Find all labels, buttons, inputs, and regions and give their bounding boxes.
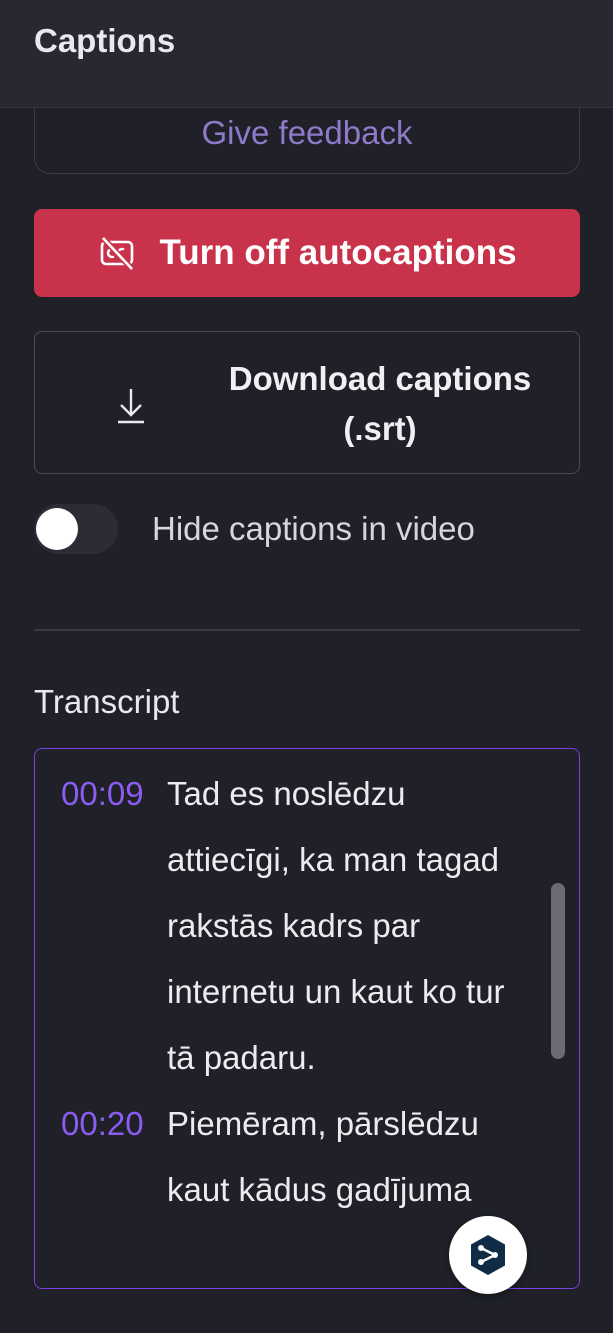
give-feedback-link[interactable]: Give feedback [35, 114, 579, 152]
download-icon [118, 389, 144, 424]
hide-captions-label: Hide captions in video [152, 510, 475, 547]
captions-panel: Captions Give feedback Turn off autocapt… [0, 0, 613, 1333]
download-label-line2: (.srt) [343, 410, 417, 447]
transcript-entry[interactable]: 00:09 Tad es noslēdzu attiecīgi, ka man … [35, 761, 527, 1091]
transcript-box[interactable]: 00:09 Tad es noslēdzu attiecīgi, ka man … [34, 748, 580, 1289]
translate-assistant-icon [471, 1235, 505, 1275]
hide-captions-toggle[interactable] [34, 504, 118, 554]
hide-captions-row: Hide captions in video [34, 500, 594, 558]
panel-title: Captions [34, 22, 176, 59]
toggle-knob [36, 508, 78, 550]
transcript-timestamp[interactable]: 00:20 [61, 1091, 144, 1157]
transcript-title: Transcript [34, 683, 180, 720]
turn-off-autocaptions-button[interactable]: Turn off autocaptions [34, 209, 580, 297]
captions-off-icon [101, 235, 135, 272]
section-divider [34, 629, 580, 631]
transcript-scrollbar[interactable] [551, 883, 565, 1059]
download-captions-button[interactable]: Download captions (.srt) [34, 331, 580, 474]
translate-assistant-button[interactable] [449, 1216, 527, 1294]
feedback-card: Give feedback [34, 108, 580, 174]
transcript-text: Tad es noslēdzu attiecīgi, ka man tagad … [167, 775, 505, 1076]
download-label-line1: Download captions [228, 360, 532, 397]
turn-off-autocaptions-label: Turn off autocaptions [159, 233, 517, 272]
transcript-entry[interactable]: 00:20 Piemēram, pārslēdzu kaut kādus gad… [35, 1091, 527, 1223]
transcript-entries: 00:09 Tad es noslēdzu attiecīgi, ka man … [35, 761, 527, 1223]
transcript-timestamp[interactable]: 00:09 [61, 761, 144, 827]
panel-header: Captions [0, 0, 613, 108]
transcript-text: Piemēram, pārslēdzu kaut kādus gadījuma [167, 1105, 479, 1208]
download-captions-label: Download captions (.srt) [145, 354, 613, 454]
